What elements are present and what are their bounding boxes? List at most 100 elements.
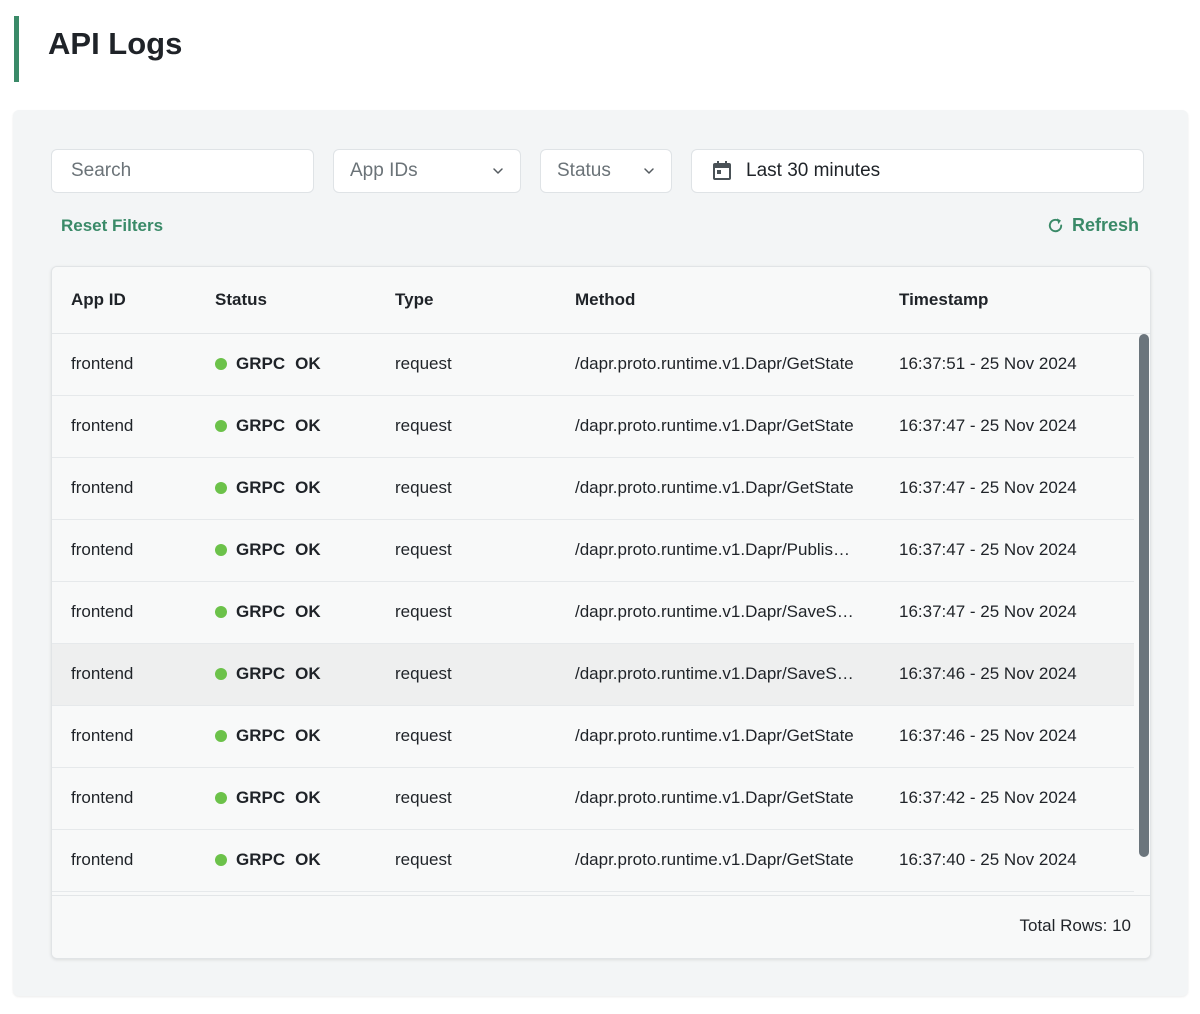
protocol-label: GRPC bbox=[236, 602, 286, 621]
status-cell: GRPC OK bbox=[215, 602, 321, 622]
status-dot-icon bbox=[215, 854, 227, 866]
search-input[interactable] bbox=[69, 159, 313, 183]
table-row[interactable]: frontend GRPC OK request /dapr.proto.runt… bbox=[52, 458, 1134, 520]
status-label: OK bbox=[295, 726, 321, 745]
chevron-down-icon bbox=[493, 168, 503, 174]
timestamp-cell: 16:37:46 - 25 Nov 2024 bbox=[899, 664, 1077, 683]
method-cell: /dapr.proto.runtime.v1.Dapr/Publish… bbox=[575, 540, 857, 559]
column-header-status[interactable]: Status bbox=[215, 290, 267, 310]
app-ids-label: App IDs bbox=[350, 160, 418, 181]
protocol-label: GRPC bbox=[236, 478, 286, 497]
table-row[interactable]: frontend GRPC OK request /dapr.proto.runt… bbox=[52, 334, 1134, 396]
table-row[interactable]: frontend GRPC OK request /dapr.proto.runt… bbox=[52, 644, 1134, 706]
table-row[interactable]: frontend GRPC OK request /dapr.proto.runt… bbox=[52, 768, 1134, 830]
app-id-cell: frontend bbox=[71, 540, 134, 559]
timestamp-cell: 16:37:47 - 25 Nov 2024 bbox=[899, 540, 1077, 559]
type-cell: request bbox=[395, 416, 452, 435]
time-range-picker[interactable]: Last 30 minutes bbox=[691, 149, 1144, 193]
calendar-icon bbox=[713, 161, 731, 180]
table-row[interactable]: frontend GRPC OK request /dapr.proto.runt… bbox=[52, 706, 1134, 768]
table-row[interactable]: frontend GRPC OK request /dapr.proto.runt… bbox=[52, 830, 1134, 892]
status-cell: GRPC OK bbox=[215, 664, 321, 684]
protocol-label: GRPC bbox=[236, 726, 286, 745]
method-cell: /dapr.proto.runtime.v1.Dapr/SaveState bbox=[575, 664, 857, 683]
status-label: OK bbox=[295, 540, 321, 559]
status-dot-icon bbox=[215, 420, 227, 432]
protocol-label: GRPC bbox=[236, 416, 286, 435]
protocol-label: GRPC bbox=[236, 788, 286, 807]
type-cell: request bbox=[395, 850, 452, 869]
method-cell: /dapr.proto.runtime.v1.Dapr/GetState bbox=[575, 478, 854, 497]
type-cell: request bbox=[395, 540, 452, 559]
type-cell: request bbox=[395, 788, 452, 807]
logs-panel: App IDs Status Last 30 minutes Reset Fil… bbox=[13, 110, 1188, 996]
status-dot-icon bbox=[215, 668, 227, 680]
method-cell: /dapr.proto.runtime.v1.Dapr/SaveState bbox=[575, 602, 857, 621]
app-ids-select[interactable]: App IDs bbox=[333, 149, 521, 193]
timestamp-cell: 16:37:46 - 25 Nov 2024 bbox=[899, 726, 1077, 745]
table-row[interactable]: frontend GRPC OK request /dapr.proto.runt… bbox=[52, 520, 1134, 582]
app-id-cell: frontend bbox=[71, 416, 134, 435]
timestamp-cell: 16:37:47 - 25 Nov 2024 bbox=[899, 416, 1077, 435]
status-cell: GRPC OK bbox=[215, 850, 321, 870]
app-id-cell: frontend bbox=[71, 788, 134, 807]
method-cell: /dapr.proto.runtime.v1.Dapr/GetState bbox=[575, 726, 854, 745]
status-label: OK bbox=[295, 416, 321, 435]
status-label: OK bbox=[295, 354, 321, 373]
protocol-label: GRPC bbox=[236, 354, 286, 373]
refresh-icon bbox=[1048, 218, 1063, 233]
time-range-label: Last 30 minutes bbox=[746, 160, 881, 181]
column-header-app-id[interactable]: App ID bbox=[71, 290, 126, 310]
table-row[interactable]: frontend GRPC OK request /dapr.proto.runt… bbox=[52, 396, 1134, 458]
vertical-scrollbar[interactable] bbox=[1136, 334, 1150, 896]
reset-filters-link[interactable]: Reset Filters bbox=[61, 216, 163, 236]
table-row[interactable]: frontend GRPC OK request /dapr.proto.runt… bbox=[52, 582, 1134, 644]
scrollbar-thumb[interactable] bbox=[1139, 334, 1149, 857]
method-cell: /dapr.proto.runtime.v1.Dapr/GetState bbox=[575, 354, 854, 373]
total-rows-count: Total Rows: 10 bbox=[1019, 916, 1132, 935]
app-id-cell: frontend bbox=[71, 602, 134, 621]
status-dot-icon bbox=[215, 482, 227, 494]
timestamp-cell: 16:37:51 - 25 Nov 2024 bbox=[899, 354, 1077, 373]
timestamp-cell: 16:37:47 - 25 Nov 2024 bbox=[899, 478, 1077, 497]
header-accent-bar bbox=[14, 16, 19, 82]
type-cell: request bbox=[395, 602, 452, 621]
method-cell: /dapr.proto.runtime.v1.Dapr/GetState bbox=[575, 416, 854, 435]
app-id-cell: frontend bbox=[71, 664, 134, 683]
status-label: OK bbox=[295, 664, 321, 683]
timestamp-cell: 16:37:47 - 25 Nov 2024 bbox=[899, 602, 1077, 621]
timestamp-cell: 16:37:42 - 25 Nov 2024 bbox=[899, 788, 1077, 807]
status-dot-icon bbox=[215, 792, 227, 804]
refresh-button[interactable]: Refresh bbox=[1046, 215, 1139, 236]
app-id-cell: frontend bbox=[71, 850, 134, 869]
status-dot-icon bbox=[215, 544, 227, 556]
column-header-method[interactable]: Method bbox=[575, 290, 635, 310]
status-label: OK bbox=[295, 850, 321, 869]
status-select[interactable]: Status bbox=[540, 149, 672, 193]
status-cell: GRPC OK bbox=[215, 540, 321, 560]
status-cell: GRPC OK bbox=[215, 354, 321, 374]
status-cell: GRPC OK bbox=[215, 478, 321, 498]
table-header: App ID Status Type Method Timestamp bbox=[52, 267, 1150, 334]
type-cell: request bbox=[395, 354, 452, 373]
status-label: OK bbox=[295, 478, 321, 497]
method-cell: /dapr.proto.runtime.v1.Dapr/GetState bbox=[575, 788, 854, 807]
status-cell: GRPC OK bbox=[215, 788, 321, 808]
protocol-label: GRPC bbox=[236, 540, 286, 559]
search-field[interactable] bbox=[51, 149, 314, 193]
column-header-type[interactable]: Type bbox=[395, 290, 433, 310]
type-cell: request bbox=[395, 726, 452, 745]
table-body: frontend GRPC OK request /dapr.proto.runt… bbox=[52, 334, 1134, 896]
method-cell: /dapr.proto.runtime.v1.Dapr/GetState bbox=[575, 850, 854, 869]
app-id-cell: frontend bbox=[71, 478, 134, 497]
status-dot-icon bbox=[215, 606, 227, 618]
status-dot-icon bbox=[215, 730, 227, 742]
status-dot-icon bbox=[215, 358, 227, 370]
column-header-timestamp[interactable]: Timestamp bbox=[899, 290, 988, 310]
status-label: OK bbox=[295, 602, 321, 621]
type-cell: request bbox=[395, 664, 452, 683]
app-id-cell: frontend bbox=[71, 726, 134, 745]
table-footer: Total Rows: 10 bbox=[52, 895, 1150, 958]
page-title: API Logs bbox=[48, 26, 183, 61]
chevron-down-icon bbox=[644, 168, 654, 174]
